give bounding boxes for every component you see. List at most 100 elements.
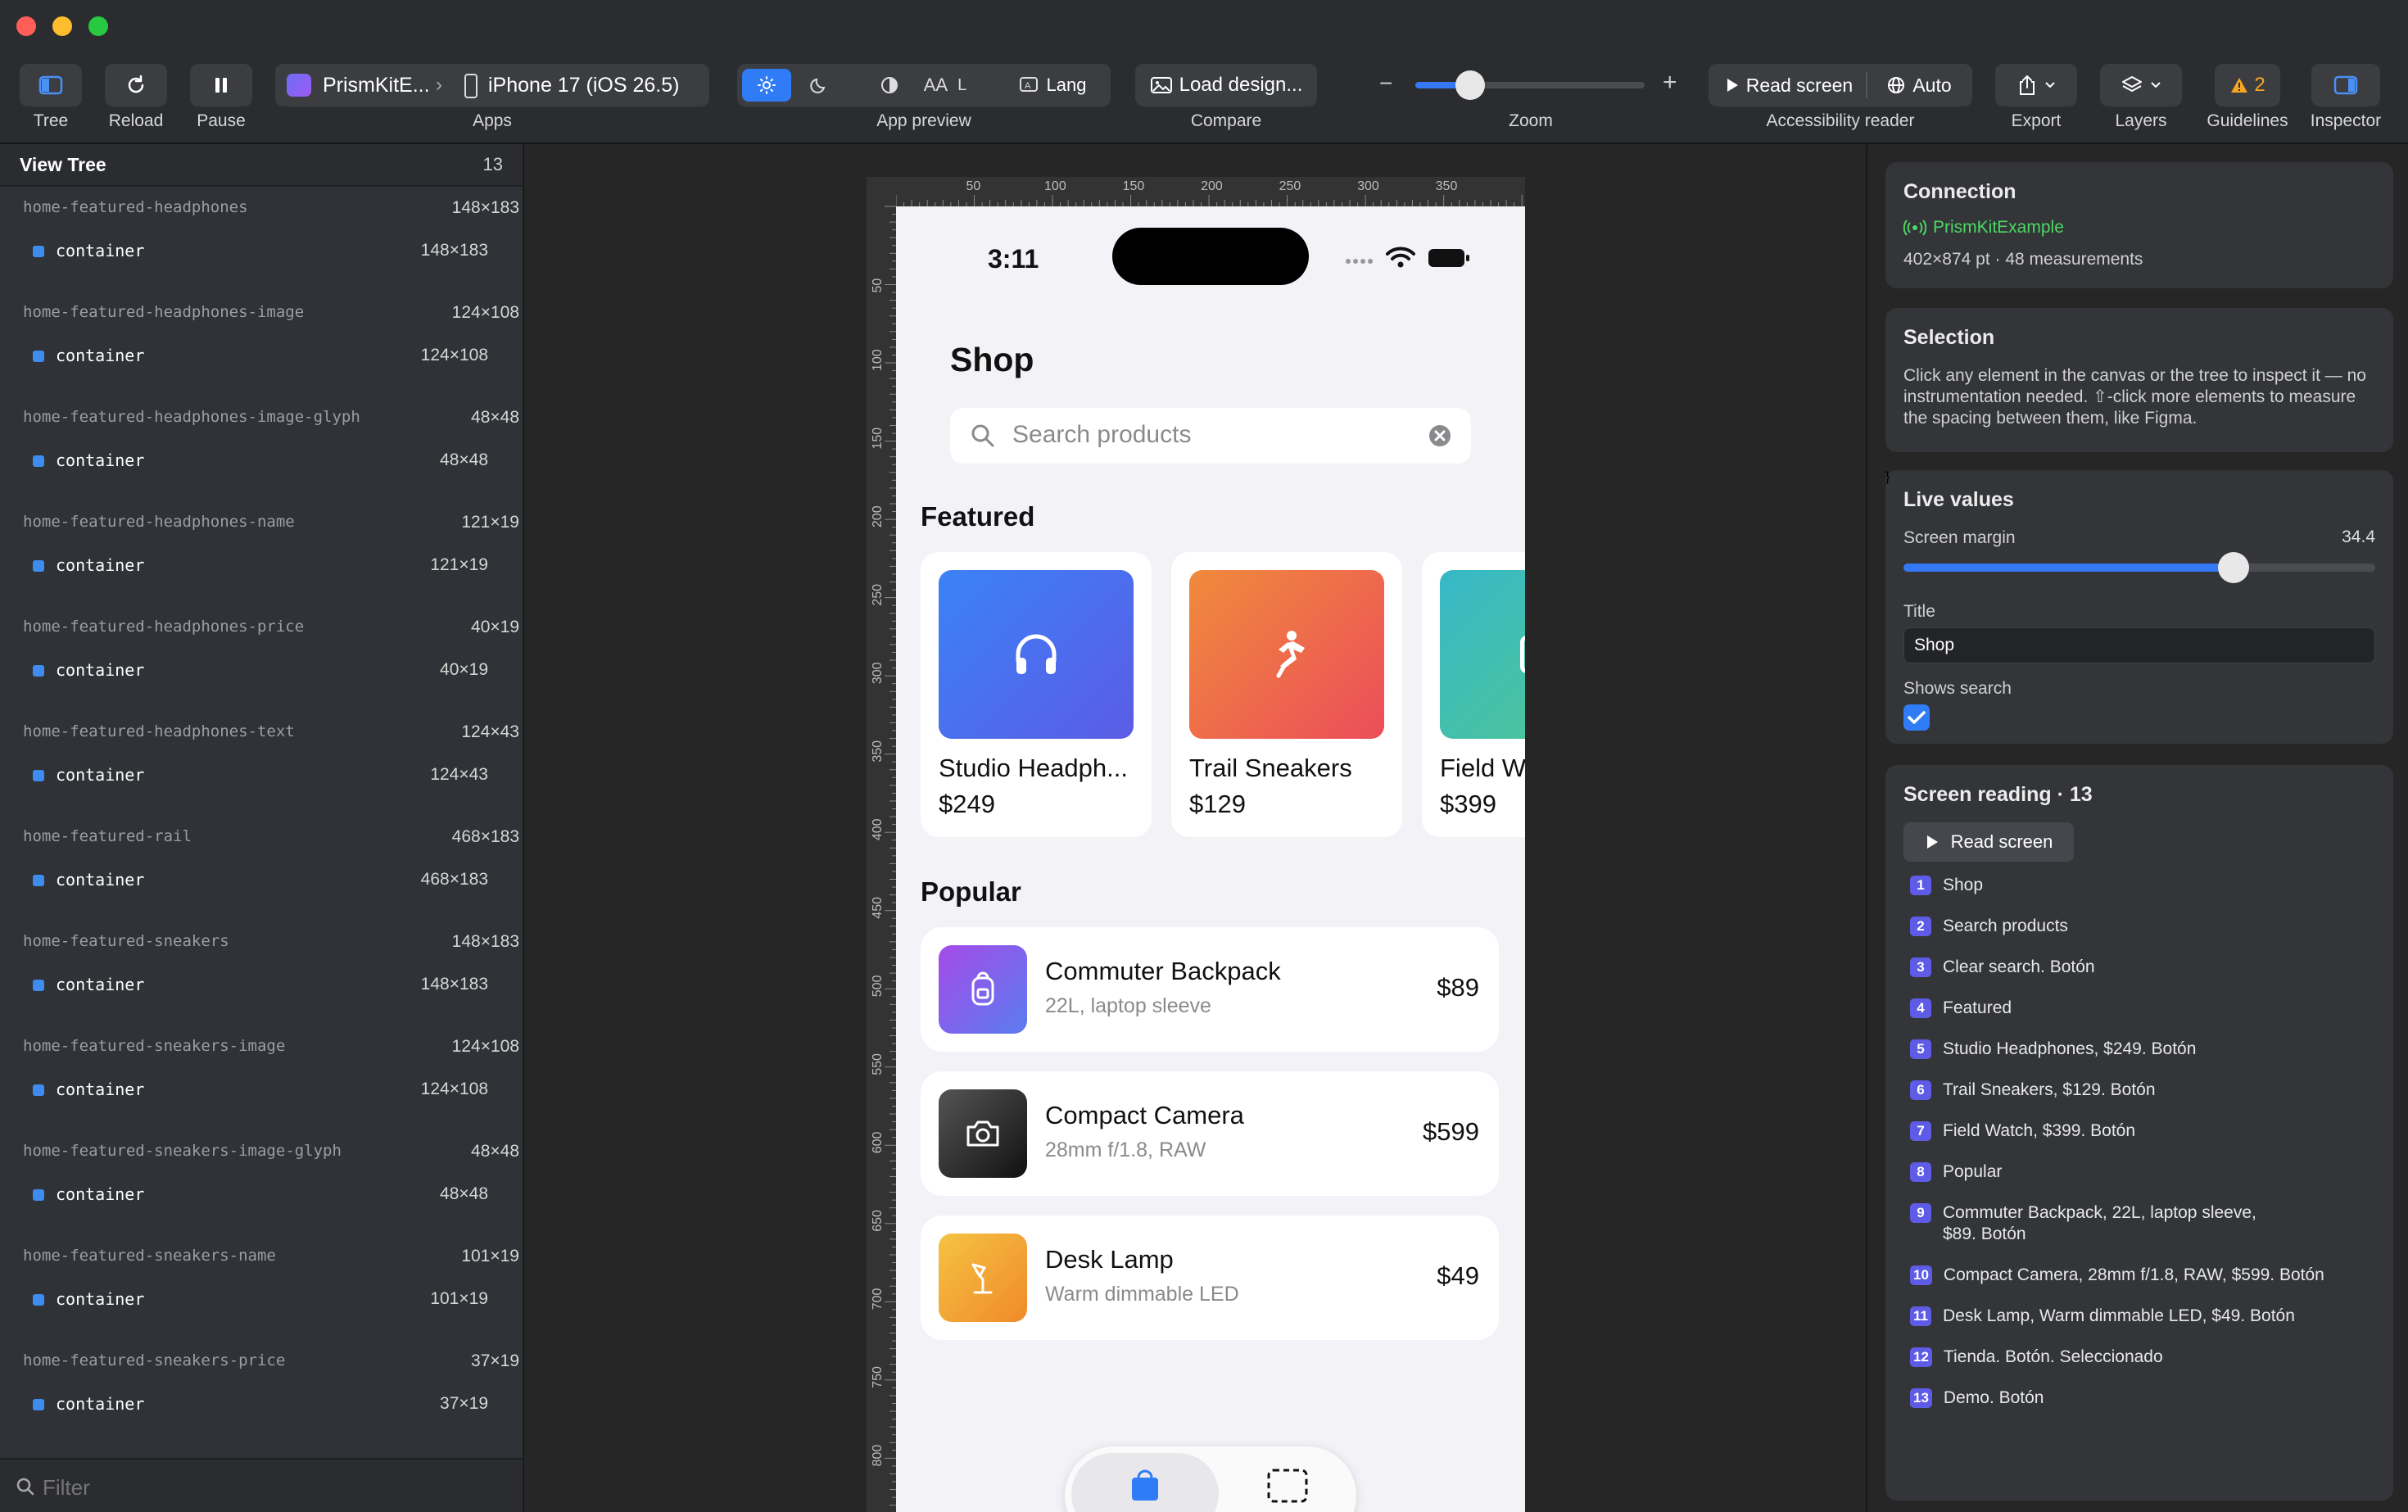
language-button[interactable]: A Lang — [1001, 69, 1104, 102]
container-icon — [33, 246, 44, 257]
minimize-window-button[interactable] — [52, 16, 72, 36]
screen-reading-item[interactable]: 12 Tienda. Botón. Seleccionado — [1910, 1347, 2163, 1368]
tab-shop[interactable] — [1071, 1453, 1219, 1512]
reading-number-badge: 6 — [1910, 1080, 1931, 1100]
screen-margin-slider[interactable] — [1903, 552, 2375, 583]
guidelines-button[interactable]: 2 — [2215, 64, 2280, 106]
screen-reading-item[interactable]: 10 Compact Camera, 28mm f/1.8, RAW, $599.… — [1910, 1265, 2324, 1286]
tree-row[interactable]: home-featured-headphones-price 40×19 conta… — [0, 606, 523, 711]
tree-node-size: 124×108 — [451, 303, 519, 322]
screen-margin-knob[interactable] — [2218, 552, 2250, 583]
zoom-out-button[interactable]: − — [1379, 70, 1392, 97]
tree-row[interactable]: home-featured-sneakers 148×183 container 14… — [0, 921, 523, 1025]
tree-row[interactable]: home-featured-headphones-text 124×43 conta… — [0, 711, 523, 816]
light-mode-button[interactable] — [742, 69, 791, 102]
text-size-button[interactable]: AA L — [919, 69, 971, 102]
tree-row[interactable]: home-featured-headphones-name 121×19 conta… — [0, 501, 523, 606]
container-icon — [33, 875, 44, 886]
screen-reading-item[interactable]: 1 Shop — [1910, 875, 1983, 896]
inspector-button[interactable] — [2311, 64, 2380, 106]
featured-card-watch[interactable]: Field W $399 — [1422, 552, 1525, 837]
app-name: PrismKitE... — [323, 74, 430, 97]
play-icon — [1727, 79, 1738, 92]
popular-image — [939, 945, 1027, 1034]
container-icon — [33, 1294, 44, 1306]
layers-button[interactable] — [2100, 64, 2182, 106]
load-design-button[interactable]: Load design... — [1135, 64, 1317, 106]
search-bar[interactable]: Search products — [950, 408, 1471, 464]
tree-button[interactable] — [20, 64, 82, 106]
screen-reading-item[interactable]: 6 Trail Sneakers, $129. Botón — [1910, 1080, 2156, 1101]
tree-node-name: home-featured-sneakers-image-glyph — [23, 1142, 342, 1160]
warning-icon — [2231, 78, 2248, 93]
tree-row[interactable]: home-featured-sneakers-image-glyph 48×48 c… — [0, 1130, 523, 1235]
tree-node-kind-size: 37×19 — [440, 1394, 488, 1413]
popular-row-camera[interactable]: Compact Camera 28mm f/1.8, RAW $599 — [921, 1071, 1499, 1196]
tree-row[interactable]: home-featured-sneakers-price 37×19 contain… — [0, 1340, 523, 1445]
tree-node-kind: container — [56, 975, 145, 994]
tree-row[interactable]: home-featured-headphones-image-glyph 48×4… — [0, 396, 523, 501]
dark-mode-button[interactable] — [794, 69, 844, 102]
export-button[interactable] — [1995, 64, 2077, 106]
ruler-label: 700 — [871, 1288, 885, 1311]
auto-language-button[interactable]: Auto — [1872, 69, 1966, 102]
filter-input[interactable] — [43, 1471, 501, 1504]
tree-node-kind: container — [56, 1184, 145, 1204]
device-picker[interactable]: iPhone 17 (iOS 26.5) — [464, 72, 701, 100]
zoom-slider[interactable] — [1415, 70, 1645, 100]
title-field[interactable] — [1903, 627, 2375, 663]
zoom-slider-knob[interactable] — [1455, 70, 1486, 100]
tree-node-kind-size: 48×48 — [440, 450, 488, 469]
screen-reading-item[interactable]: 3 Clear search. Botón — [1910, 957, 2095, 978]
camera-icon — [966, 1120, 999, 1147]
load-design-label: Load design... — [1179, 74, 1303, 96]
tree-node-kind: container — [56, 870, 145, 890]
reload-button[interactable] — [105, 64, 167, 106]
pause-button[interactable] — [190, 64, 252, 106]
tree-row[interactable]: home-featured-sneakers-image 124×108 conta… — [0, 1025, 523, 1130]
tree-node-size: 124×108 — [451, 1037, 519, 1056]
featured-name: Field W — [1440, 754, 1525, 782]
ruler-label: 300 — [871, 662, 885, 684]
featured-card-sneakers[interactable]: Trail Sneakers $129 — [1171, 552, 1402, 837]
clear-search-icon[interactable] — [1428, 424, 1451, 447]
popular-row-lamp[interactable]: Desk Lamp Warm dimmable LED $49 — [921, 1215, 1499, 1340]
read-screen-button[interactable]: Read screen — [1717, 69, 1861, 102]
screen-reading-item[interactable]: 7 Field Watch, $399. Botón — [1910, 1120, 2135, 1142]
screen-reading-item[interactable]: 9 Commuter Backpack, 22L, laptop sleeve, $… — [1910, 1202, 2256, 1245]
featured-card-headphones[interactable]: Studio Headph... $249 — [921, 552, 1152, 837]
apps-label: Apps — [473, 111, 512, 130]
share-icon — [2020, 75, 2035, 95]
tree-node-kind-size: 48×48 — [440, 1184, 488, 1203]
close-window-button[interactable] — [16, 16, 36, 36]
reading-text: Studio Headphones, $249. Botón — [1943, 1039, 2196, 1060]
contrast-button[interactable] — [865, 69, 914, 102]
screen-reading-item[interactable]: 8 Popular — [1910, 1161, 2002, 1183]
reading-text-line: Studio Headphones, $249. Botón — [1943, 1039, 2197, 1058]
play-icon — [1926, 835, 1938, 849]
shows-search-checkbox[interactable] — [1903, 704, 1930, 731]
tree-node-kind-size: 124×108 — [420, 346, 488, 364]
read-screen-panel-button[interactable]: Read screen — [1903, 822, 2074, 862]
zoom-window-button[interactable] — [88, 16, 108, 36]
screen-reading-item[interactable]: 13 Demo. Botón — [1910, 1388, 2044, 1409]
reading-number-badge: 5 — [1910, 1039, 1931, 1059]
read-screen-panel-label: Read screen — [1950, 831, 2053, 852]
popular-row-backpack[interactable]: Commuter Backpack 22L, laptop sleeve $89 — [921, 927, 1499, 1052]
tab-demo[interactable] — [1225, 1453, 1350, 1512]
tree-row[interactable]: home-featured-headphones 148×183 container… — [0, 187, 523, 292]
tree-row[interactable]: home-featured-rail 468×183 container 468×18… — [0, 816, 523, 921]
phone-preview[interactable]: 3:11 Shop Search products Featured Studi… — [896, 206, 1525, 1512]
tree-node-name: home-featured-sneakers-price — [23, 1351, 286, 1369]
screen-reading-item[interactable]: 4 Featured — [1910, 998, 2012, 1019]
live-values-title: Live values — [1903, 488, 2014, 511]
reading-text-line: Compact Camera, 28mm f/1.8, RAW, $599. B… — [1943, 1265, 2324, 1284]
tree-node-name: home-featured-headphones-price — [23, 618, 305, 636]
screen-reading-item[interactable]: 11 Desk Lamp, Warm dimmable LED, $49. Bot… — [1910, 1306, 2295, 1327]
tree-row[interactable]: home-featured-sneakers-name 101×19 contain… — [0, 1235, 523, 1340]
tree-row[interactable]: home-featured-headphones-image 124×108 con… — [0, 292, 523, 396]
auto-label: Auto — [1912, 74, 1952, 96]
zoom-in-button[interactable]: + — [1663, 69, 1677, 97]
screen-reading-item[interactable]: 2 Search products — [1910, 916, 2068, 937]
screen-reading-item[interactable]: 5 Studio Headphones, $249. Botón — [1910, 1039, 2196, 1060]
